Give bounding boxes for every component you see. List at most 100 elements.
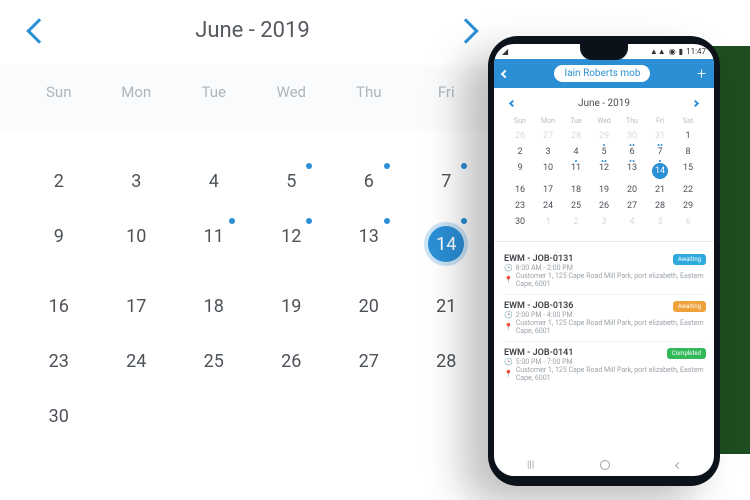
calendar-day[interactable]: 12	[253, 226, 331, 262]
phone-calendar-day[interactable]: 12	[590, 163, 618, 179]
calendar-day[interactable]: 28	[408, 351, 486, 372]
calendar-day[interactable]: 4	[175, 171, 253, 192]
add-button[interactable]: +	[697, 64, 706, 83]
phone-calendar-day[interactable]: 5	[646, 217, 674, 227]
phone-calendar-day[interactable]: 10	[534, 163, 562, 179]
phone-screen: ◢ ▲▲ ◉ ▮ 11:47 Iain Roberts mob + June -…	[494, 44, 714, 476]
phone-calendar-day[interactable]: 22	[674, 185, 702, 195]
calendar-day[interactable]: 5	[253, 171, 331, 192]
dow-label: Wed	[253, 83, 331, 101]
phone-calendar-day[interactable]: 1	[534, 217, 562, 227]
phone-calendar-day[interactable]: 21	[646, 185, 674, 195]
phone-calendar-day[interactable]: 26	[590, 201, 618, 211]
calendar-day[interactable]: 21	[408, 296, 486, 317]
phone-calendar-day[interactable]: 3	[590, 217, 618, 227]
phone-calendar-day[interactable]: 25	[562, 201, 590, 211]
phone-calendar-day[interactable]: 20	[618, 185, 646, 195]
calendar-day[interactable]: 30	[20, 406, 98, 427]
phone-calendar-day[interactable]: 30	[506, 217, 534, 227]
phone-next-month[interactable]	[692, 100, 699, 107]
calendar-header: June - 2019	[0, 0, 505, 65]
calendar-day[interactable]: 25	[175, 351, 253, 372]
job-card[interactable]: EWM - JOB-0141Completed🕒 5:00 PM - 7:00 …	[502, 341, 706, 388]
calendar-day[interactable]: 7	[408, 171, 486, 192]
phone-calendar-day[interactable]: 26	[506, 131, 534, 141]
calendar-day[interactable]: 6	[330, 171, 408, 192]
phone-calendar-day[interactable]: 18	[562, 185, 590, 195]
calendar-day	[253, 406, 331, 427]
phone-calendar-day[interactable]: 13	[618, 163, 646, 179]
phone-calendar-day[interactable]: 17	[534, 185, 562, 195]
phone-calendar-day[interactable]: 31	[646, 131, 674, 141]
calendar-day[interactable]: 20	[330, 296, 408, 317]
phone-calendar-day[interactable]: 28	[646, 201, 674, 211]
back-button[interactable]	[501, 69, 509, 77]
calendar-day[interactable]: 10	[98, 226, 176, 262]
phone-calendar-day[interactable]: 30	[618, 131, 646, 141]
calendar-day[interactable]: 13	[330, 226, 408, 262]
calendar-day[interactable]: 14	[408, 226, 486, 262]
calendar-day[interactable]: 3	[98, 171, 176, 192]
status-badge: Awaiting	[673, 254, 706, 265]
clock-icon: 🕒	[504, 264, 513, 272]
calendar-day[interactable]: 16	[20, 296, 98, 317]
next-month-button[interactable]	[453, 18, 478, 43]
phone-calendar-day[interactable]: 14	[646, 163, 674, 179]
phone-prev-month[interactable]	[509, 100, 516, 107]
home-icon[interactable]	[600, 460, 610, 470]
phone-dow-label: Tue	[562, 117, 590, 125]
wifi-icon: ◉	[669, 47, 676, 56]
calendar-day[interactable]: 18	[175, 296, 253, 317]
phone-calendar-day[interactable]: 2	[562, 217, 590, 227]
calendar-day[interactable]: 11	[175, 226, 253, 262]
phone-calendar-day[interactable]: 6	[674, 217, 702, 227]
calendar-day[interactable]: 2	[20, 171, 98, 192]
phone-calendar-day[interactable]: 9	[506, 163, 534, 179]
jobs-list: EWM - JOB-0131Awaiting🕒 8:00 AM - 2:00 P…	[494, 248, 714, 394]
user-pill[interactable]: Iain Roberts mob	[554, 65, 650, 82]
phone-mockup: ◢ ▲▲ ◉ ▮ 11:47 Iain Roberts mob + June -…	[488, 36, 720, 486]
back-nav-icon[interactable]	[675, 461, 682, 468]
phone-calendar-day[interactable]: 28	[562, 131, 590, 141]
calendar-day[interactable]: 23	[20, 351, 98, 372]
prev-month-button[interactable]	[26, 18, 51, 43]
phone-calendar-day[interactable]: 23	[506, 201, 534, 211]
calendar-day[interactable]: 24	[98, 351, 176, 372]
phone-calendar-day[interactable]: 19	[590, 185, 618, 195]
calendar-day[interactable]: 26	[253, 351, 331, 372]
phone-calendar-day[interactable]: 7	[646, 147, 674, 157]
phone-calendar-day[interactable]: 15	[674, 163, 702, 179]
phone-calendar-day[interactable]: 11	[562, 163, 590, 179]
recents-icon[interactable]: |||	[527, 460, 534, 471]
dow-label: Sun	[20, 83, 98, 101]
phone-calendar-day[interactable]: 5	[590, 147, 618, 157]
phone-calendar-day[interactable]: 27	[534, 131, 562, 141]
calendar-day[interactable]: 9	[20, 226, 98, 262]
phone-dow-label: Sat	[674, 117, 702, 125]
app-header: Iain Roberts mob +	[494, 59, 714, 88]
calendar-day[interactable]: 17	[98, 296, 176, 317]
phone-dow-label: Mon	[534, 117, 562, 125]
phone-calendar-day[interactable]: 4	[562, 147, 590, 157]
phone-calendar-day[interactable]: 29	[674, 201, 702, 211]
phone-dow-label: Thu	[618, 117, 646, 125]
phone-calendar-day[interactable]: 1	[674, 131, 702, 141]
job-card[interactable]: EWM - JOB-0136Awaiting🕒 2:00 PM - 4:00 P…	[502, 294, 706, 341]
phone-calendar-day[interactable]: 3	[534, 147, 562, 157]
calendar-day	[98, 406, 176, 427]
phone-calendar-day[interactable]: 24	[534, 201, 562, 211]
phone-notch	[580, 44, 628, 60]
divider	[494, 241, 714, 242]
phone-calendar-day[interactable]: 4	[618, 217, 646, 227]
calendar-day[interactable]: 19	[253, 296, 331, 317]
phone-calendar-day[interactable]: 6	[618, 147, 646, 157]
phone-calendar-day[interactable]: 29	[590, 131, 618, 141]
dow-label: Fri	[408, 83, 486, 101]
phone-calendar-day[interactable]: 8	[674, 147, 702, 157]
battery-icon: ▮	[679, 47, 683, 56]
phone-calendar-day[interactable]: 27	[618, 201, 646, 211]
phone-calendar-day[interactable]: 16	[506, 185, 534, 195]
phone-calendar-day[interactable]: 2	[506, 147, 534, 157]
calendar-day[interactable]: 27	[330, 351, 408, 372]
job-card[interactable]: EWM - JOB-0131Awaiting🕒 8:00 AM - 2:00 P…	[502, 248, 706, 294]
